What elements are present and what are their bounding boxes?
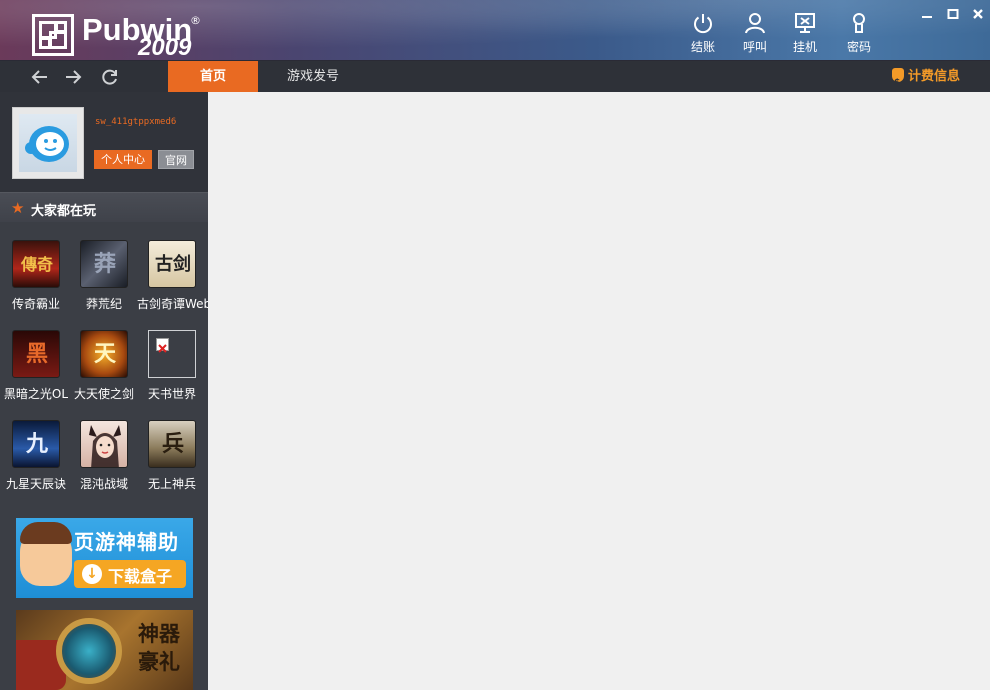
refresh-button[interactable]	[100, 67, 120, 87]
game-name: 黑暗之光OL	[3, 387, 69, 401]
nav-bar: 首页 游戏发号 计费信息	[0, 61, 990, 99]
pubwin-logo: Pubwin 2009 ®	[32, 12, 212, 61]
ad1-button-label: 下载盒子	[108, 567, 173, 586]
game-wushang-icon: 兵	[148, 420, 196, 468]
game-icon-glyph: 天	[93, 342, 116, 367]
game-icon-glyph: 傳奇	[20, 255, 53, 274]
ad1-title: 页游神辅助	[74, 530, 179, 554]
artifact-gift-ad[interactable]: 神器豪礼	[16, 610, 193, 690]
game-icon-glyph: 九	[25, 432, 48, 457]
checkout-label: 结账	[690, 40, 715, 54]
game-item[interactable]: 兵 无上神兵	[137, 420, 207, 500]
avatar[interactable]	[12, 107, 84, 179]
popular-games-header: ★ 大家都在玩	[0, 192, 208, 222]
sidebar: sw_411gtppxmed6 个人中心 官网 ★ 大家都在玩 傳奇 传奇霸业 …	[0, 92, 208, 690]
game-jiuxing-icon: 九	[12, 420, 60, 468]
billing-info-label: 计费信息	[907, 69, 960, 84]
tab-home[interactable]: 首页	[168, 61, 258, 92]
ad2-wheel-icon	[56, 618, 122, 684]
game-item[interactable]: 傳奇 传奇霸业	[1, 240, 71, 320]
game-hundun-icon	[80, 420, 128, 468]
money-bag-icon	[891, 68, 904, 99]
call-label: 呼叫	[742, 40, 767, 54]
star-icon: ★	[11, 199, 25, 217]
game-name: 混沌战域	[79, 477, 128, 491]
ad2-title: 神器豪礼	[138, 622, 180, 674]
monitor-lock-icon	[795, 13, 815, 33]
username: sw_411gtppxmed6	[95, 117, 177, 127]
game-gujian-icon: 古剑	[148, 240, 196, 288]
game-item[interactable]: 九 九星天辰诀	[1, 420, 71, 500]
game-manghuangji-icon: 莽	[80, 240, 128, 288]
game-icon-glyph: 黑	[25, 342, 48, 367]
game-name: 大天使之剑	[73, 387, 134, 401]
maximize-button[interactable]	[945, 8, 961, 24]
game-name: 无上神兵	[147, 477, 196, 491]
checkout-button[interactable]: 结账	[683, 12, 723, 58]
official-site-button[interactable]: 官网	[158, 150, 194, 169]
billing-info-link[interactable]: 计费信息	[891, 61, 960, 99]
game-name: 莽荒纪	[85, 297, 122, 311]
main-content	[208, 92, 990, 690]
game-item[interactable]: 混沌战域	[69, 420, 139, 500]
close-icon	[973, 9, 983, 19]
avatar-background	[19, 114, 77, 172]
download-arrow-icon: ↓	[82, 564, 102, 584]
user-call-icon	[745, 13, 765, 34]
mascot-icon	[25, 126, 69, 162]
refresh-icon	[102, 69, 117, 85]
game-chuanqi-icon: 傳奇	[12, 240, 60, 288]
password-button[interactable]: 密码	[839, 12, 879, 58]
game-icon-glyph: 莽	[93, 252, 116, 277]
game-name: 传奇霸业	[11, 297, 60, 311]
game-heian-icon: 黑	[12, 330, 60, 378]
game-name: 古剑奇谭Web	[137, 297, 208, 311]
game-icon-glyph: 古剑	[155, 254, 191, 275]
game-item[interactable]: 莽 莽荒纪	[69, 240, 139, 320]
popular-games-title: 大家都在玩	[31, 204, 97, 219]
maximize-icon	[947, 9, 959, 19]
logo-year: 2009	[138, 34, 192, 61]
password-label: 密码	[846, 40, 871, 54]
broken-image-box	[156, 338, 169, 353]
game-name: 九星天辰诀	[5, 477, 66, 491]
game-item[interactable]: 天书世界	[137, 330, 207, 410]
power-icon	[694, 14, 712, 34]
tab-game-codes[interactable]: 游戏发号	[272, 61, 354, 92]
broken-image-icon	[148, 330, 196, 378]
game-item[interactable]: 天 大天使之剑	[69, 330, 139, 410]
close-button[interactable]	[970, 8, 986, 24]
game-icon-glyph: 兵	[161, 432, 184, 457]
back-button[interactable]	[30, 67, 50, 87]
key-icon	[853, 13, 865, 33]
logo-mark-icon	[32, 14, 74, 56]
user-panel: sw_411gtppxmed6 个人中心 官网	[0, 92, 208, 192]
ad-character-hair	[20, 522, 72, 544]
arrow-right-icon	[66, 70, 82, 84]
character-portrait-icon	[89, 425, 121, 467]
call-button[interactable]: 呼叫	[735, 12, 775, 58]
minimize-button[interactable]	[919, 8, 935, 24]
ad1-download-button[interactable]: ↓ 下载盒子	[74, 560, 186, 588]
arrow-left-icon	[31, 70, 47, 84]
logo-registered-mark: ®	[190, 14, 201, 27]
forward-button[interactable]	[63, 67, 83, 87]
game-datianshi-icon: 天	[80, 330, 128, 378]
hangup-button[interactable]: 挂机	[785, 12, 825, 58]
minimize-icon	[922, 16, 932, 18]
download-box-ad[interactable]: 页游神辅助 ↓ 下载盒子	[16, 518, 193, 598]
title-bar: Pubwin 2009 ® 结账 呼叫 挂机 密码	[0, 0, 990, 61]
game-name: 天书世界	[147, 387, 196, 401]
game-item[interactable]: 古剑 古剑奇谭Web	[137, 240, 208, 320]
personal-center-button[interactable]: 个人中心	[94, 150, 152, 169]
hangup-label: 挂机	[792, 40, 817, 54]
game-item[interactable]: 黑 黑暗之光OL	[1, 330, 71, 410]
red-x-icon	[158, 344, 167, 353]
